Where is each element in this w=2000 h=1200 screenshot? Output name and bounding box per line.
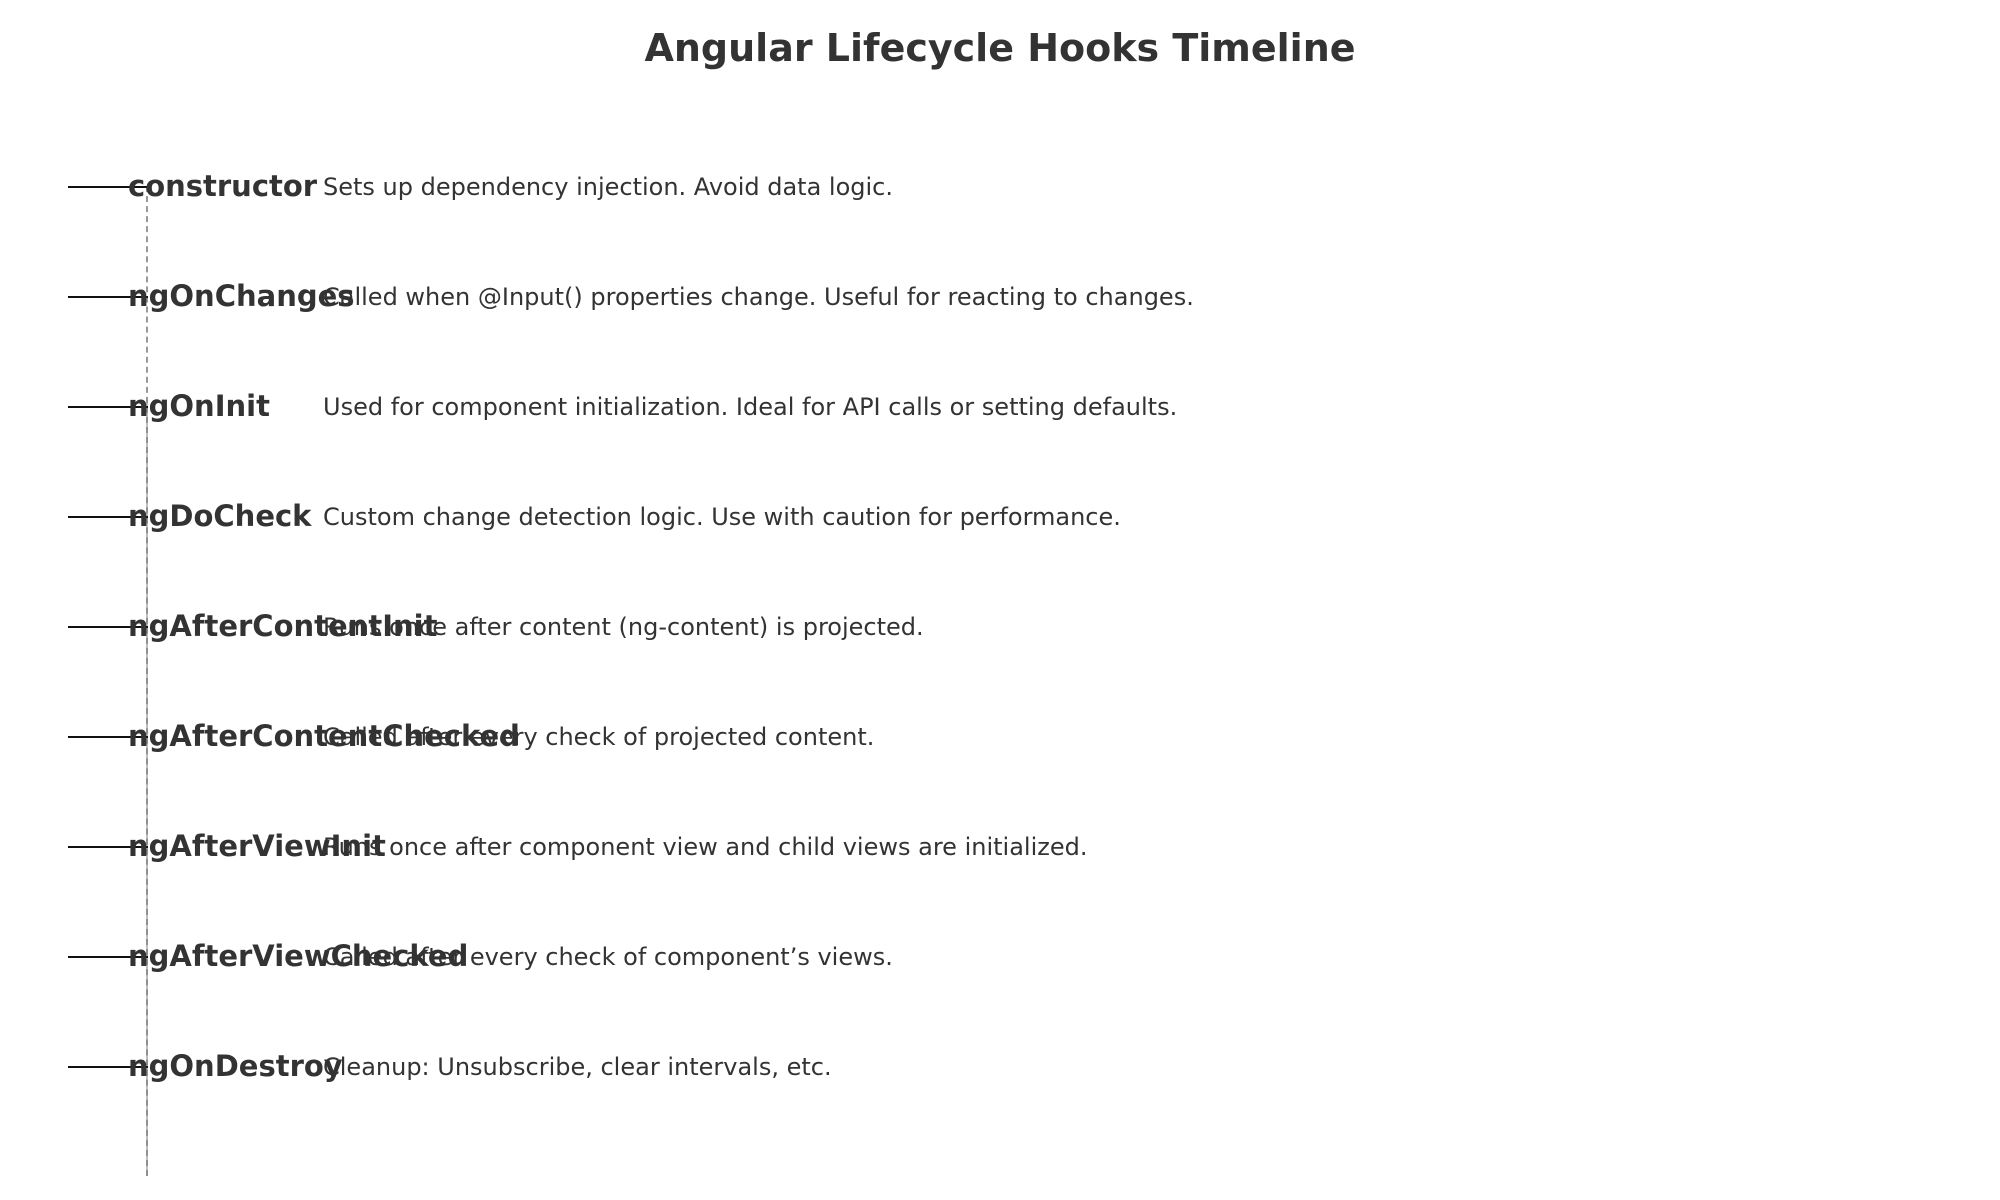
hook-description: Runs once after content (ng-content) is …: [323, 613, 924, 641]
hook-name: ngOnChanges: [128, 279, 355, 313]
hook-description: Cleanup: Unsubscribe, clear intervals, e…: [323, 1053, 832, 1081]
hook-name: constructor: [128, 169, 318, 203]
hook-description: Custom change detection logic. Use with …: [323, 503, 1121, 531]
hook-row-ngondestroy: ngOnDestroy Cleanup: Unsubscribe, clear …: [0, 1048, 2000, 1088]
hook-name: ngOnDestroy: [128, 1049, 343, 1083]
hook-row-ngafterviewchecked: ngAfterViewChecked Called after every ch…: [0, 938, 2000, 978]
hook-name: ngDoCheck: [128, 499, 312, 533]
hook-row-ngaftercontentinit: ngAfterContentInit Runs once after conte…: [0, 608, 2000, 648]
hook-description: Sets up dependency injection. Avoid data…: [323, 173, 893, 201]
hook-description: Called after every check of projected co…: [323, 723, 875, 751]
hook-description: Runs once after component view and child…: [323, 833, 1088, 861]
hooks-list: constructor Sets up dependency injection…: [0, 0, 2000, 1200]
hook-row-ngafterviewinit: ngAfterViewInit Runs once after componen…: [0, 828, 2000, 868]
hook-row-ngoninit: ngOnInit Used for component initializati…: [0, 388, 2000, 428]
hook-row-ngonchanges: ngOnChanges Called when @Input() propert…: [0, 278, 2000, 318]
hook-description: Called when @Input() properties change. …: [323, 283, 1194, 311]
hook-name: ngOnInit: [128, 389, 270, 423]
hook-description: Called after every check of component’s …: [323, 943, 893, 971]
hook-row-constructor: constructor Sets up dependency injection…: [0, 168, 2000, 208]
hook-row-ngaftercontentchecked: ngAfterContentChecked Called after every…: [0, 718, 2000, 758]
hook-description: Used for component initialization. Ideal…: [323, 393, 1178, 421]
hook-row-ngdocheck: ngDoCheck Custom change detection logic.…: [0, 498, 2000, 538]
